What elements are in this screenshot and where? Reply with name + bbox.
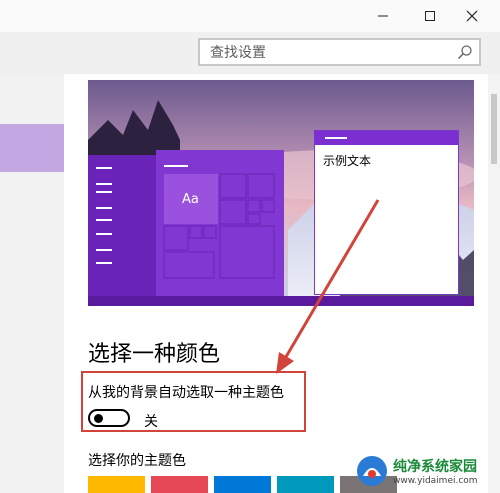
maximize-button[interactable] [408, 4, 452, 28]
search-box[interactable] [198, 38, 481, 66]
left-nav-pane [0, 74, 64, 493]
close-button[interactable] [450, 4, 494, 28]
accent-swatch[interactable] [88, 476, 145, 493]
sample-window: 示例文本 [314, 130, 459, 295]
accent-color-title: 选择你的主题色 [88, 453, 186, 469]
highlight-box [81, 371, 306, 432]
watermark-logo-icon [357, 456, 387, 486]
sample-text: 示例文本 [323, 154, 372, 168]
watermark-text: 纯净系统家园 [393, 459, 477, 475]
search-icon[interactable] [457, 44, 473, 60]
watermark-url: www.yidaimei.com [393, 476, 478, 486]
accent-swatch[interactable] [151, 476, 208, 493]
watermark: 纯净系统家园 www.yidaimei.com [355, 452, 495, 492]
minimize-icon [378, 15, 388, 17]
theme-preview: Aa 示例文本 [88, 80, 474, 306]
content-pane: Aa 示例文本 选择一种颜色 从我的背景自动选取一种主题色 关 选择你的主题色 [64, 74, 488, 493]
accent-swatch[interactable] [214, 476, 271, 493]
search-input[interactable] [208, 43, 452, 63]
nav-item-selected[interactable] [0, 124, 64, 172]
close-icon [466, 10, 478, 22]
section-title: 选择一种颜色 [88, 342, 221, 367]
tile-label: Aa [182, 192, 199, 207]
search-bar-area [0, 32, 500, 74]
title-bar [0, 0, 500, 32]
scrollbar[interactable] [488, 74, 500, 493]
sample-window-titlebar [315, 131, 458, 145]
maximize-icon [425, 11, 435, 21]
scrollbar-thumb[interactable] [491, 94, 497, 164]
minimize-button[interactable] [361, 4, 405, 28]
accent-swatch[interactable] [277, 476, 334, 493]
